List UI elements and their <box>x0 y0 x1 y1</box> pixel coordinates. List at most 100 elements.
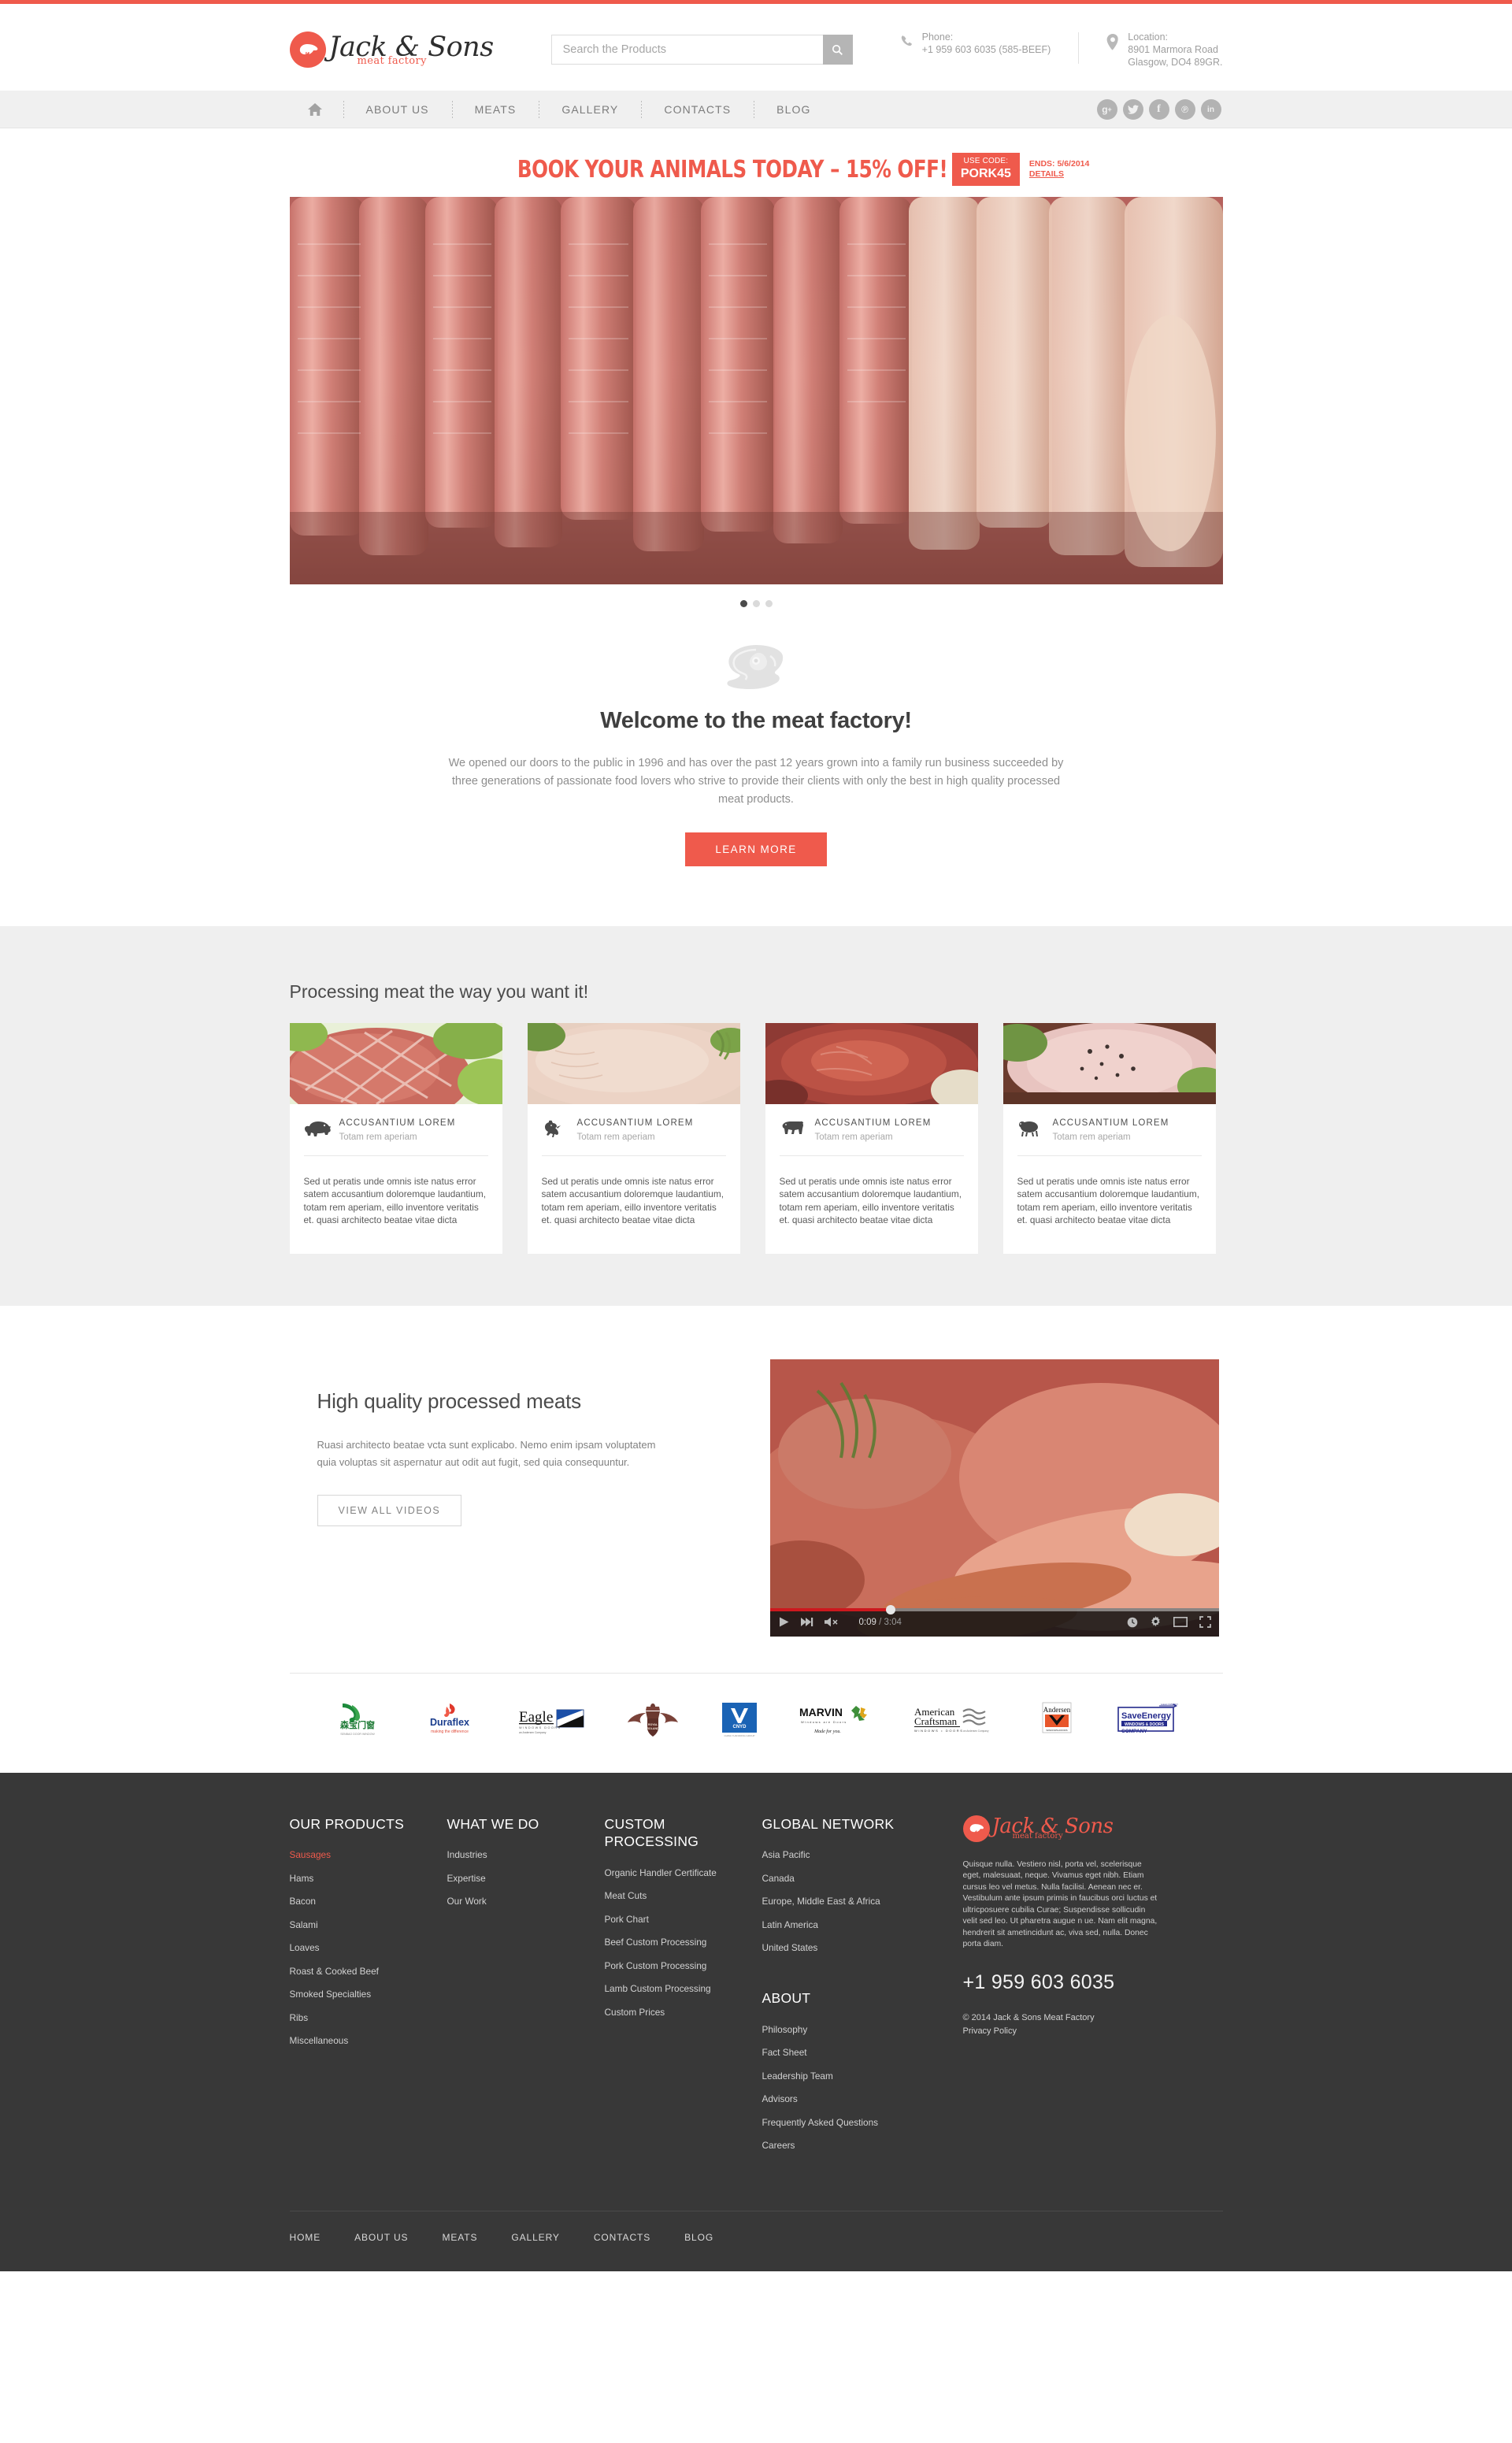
slider-dot[interactable] <box>739 600 747 607</box>
list-item[interactable]: Our Work <box>447 1894 586 1908</box>
andersen-logo[interactable]: Andersen WINDOWS•DOORS <box>1038 1702 1076 1738</box>
processing-card[interactable]: ACCUSANTIUM LOREM Totam rem aperiam Sed … <box>1002 1023 1216 1254</box>
footer-link[interactable]: Miscellaneous <box>290 2035 349 2046</box>
footer-nav-item-home[interactable]: HOME <box>290 2230 321 2245</box>
footer-nav-link[interactable]: BLOG <box>684 2232 713 2243</box>
list-item[interactable]: Beef Custom Processing <box>605 1935 743 1949</box>
list-item[interactable]: Leadership Team <box>762 2069 925 2083</box>
list-item[interactable]: Asia Pacific <box>762 1848 925 1862</box>
footer-link[interactable]: Pork Chart <box>605 1914 649 1925</box>
list-item[interactable]: Lamb Custom Processing <box>605 1981 743 1996</box>
list-item[interactable]: Miscellaneous <box>290 2033 428 2048</box>
footer-link[interactable]: Smoked Specialties <box>290 1989 372 2000</box>
footer-logo[interactable]: Jack & Sons meat factory <box>962 1815 1180 1842</box>
footer-link[interactable]: Asia Pacific <box>762 1849 810 1860</box>
watch-later-button[interactable] <box>1127 1617 1138 1628</box>
facebook-icon[interactable]: f <box>1148 99 1169 120</box>
eagle-logo[interactable]: Eagle WINDOWS DOORS an Andersen Company <box>517 1702 585 1738</box>
list-item[interactable]: Industries <box>447 1848 586 1862</box>
nav-link-label[interactable]: ABOUT US <box>343 91 452 128</box>
list-item[interactable]: Organic Handler Certificate <box>605 1866 743 1880</box>
marvin-logo[interactable]: MARVIN Windows are Doors Made for you. <box>798 1702 873 1738</box>
footer-link[interactable]: United States <box>762 1942 818 1953</box>
privacy-policy-link[interactable]: Privacy Policy <box>963 2025 1180 2038</box>
pinterest-icon[interactable]: ℗ <box>1174 99 1195 120</box>
american-craftsman-logo[interactable]: American Craftsman WINDOWS • DOORS an An… <box>913 1702 999 1738</box>
fullscreen-button[interactable] <box>1199 1616 1211 1629</box>
footer-nav-link[interactable]: ABOUT US <box>354 2232 408 2243</box>
footer-nav-item-blog[interactable]: BLOG <box>684 2230 713 2245</box>
list-item[interactable]: Ribs <box>290 2011 428 2025</box>
site-logo[interactable]: Jack & Sons meat factory <box>289 32 506 68</box>
footer-nav-item-about-us[interactable]: ABOUT US <box>354 2230 408 2245</box>
footer-link[interactable]: Careers <box>762 2140 795 2151</box>
learn-more-button[interactable]: LEARN MORE <box>685 832 827 866</box>
footer-nav-item-gallery[interactable]: GALLERY <box>511 2230 559 2245</box>
promo-details-link[interactable]: DETAILS <box>1029 169 1089 180</box>
processing-card[interactable]: ACCUSANTIUM LOREM Totam rem aperiam Sed … <box>765 1023 978 1254</box>
royal-roland-logo[interactable]: ROYAL ROLAND <box>624 1702 681 1738</box>
list-item[interactable]: Sausages <box>290 1848 428 1862</box>
footer-link[interactable]: Beef Custom Processing <box>605 1937 707 1948</box>
footer-link[interactable]: Hams <box>290 1873 314 1884</box>
footer-nav-link[interactable]: CONTACTS <box>594 2232 650 2243</box>
footer-link[interactable]: Our Work <box>447 1896 487 1907</box>
footer-link[interactable]: Latin America <box>762 1919 818 1930</box>
next-button[interactable] <box>800 1617 813 1627</box>
nav-item-gallery[interactable]: GALLERY <box>539 91 641 128</box>
list-item[interactable]: Europe, Middle East & Africa <box>762 1894 925 1908</box>
save-energy-logo[interactable]: SaveEnergy WINDOWS & DOORS COMPANY Leave… <box>1115 1702 1180 1738</box>
footer-link[interactable]: Europe, Middle East & Africa <box>762 1896 880 1907</box>
list-item[interactable]: Canada <box>762 1871 925 1885</box>
slider-dot[interactable] <box>765 600 773 607</box>
footer-link[interactable]: Philosophy <box>762 2024 808 2035</box>
footer-nav-link[interactable]: HOME <box>290 2232 321 2243</box>
cnyd-logo[interactable]: CNYD CHINA YUANDONG GROUP <box>720 1702 759 1738</box>
footer-link[interactable]: Meat Cuts <box>605 1890 647 1901</box>
footer-link[interactable]: Salami <box>290 1919 318 1930</box>
duraflex-logo[interactable]: Duraflex making the difference <box>421 1702 479 1738</box>
footer-phone[interactable]: +1 959 603 6035 <box>963 1971 1180 1994</box>
footer-link[interactable]: Bacon <box>290 1896 316 1907</box>
theater-mode-button[interactable] <box>1173 1617 1188 1628</box>
nav-item-home[interactable] <box>290 102 343 117</box>
view-all-videos-button[interactable]: VIEW ALL VIDEOS <box>317 1494 462 1526</box>
list-item[interactable]: Expertise <box>447 1871 586 1885</box>
phone-value[interactable]: +1 959 603 6035 (585-BEEF) <box>922 44 1051 55</box>
nav-link-label[interactable]: CONTACTS <box>641 91 754 128</box>
slider-dot[interactable] <box>752 600 760 607</box>
footer-link[interactable]: Ribs <box>290 2012 309 2023</box>
promo-code-badge[interactable]: USE CODE: PORK45 <box>951 153 1020 186</box>
nav-item-blog[interactable]: BLOG <box>754 91 833 128</box>
nav-item-about-us[interactable]: ABOUT US <box>343 91 452 128</box>
search-input[interactable] <box>550 35 823 65</box>
footer-link[interactable]: Expertise <box>447 1873 486 1884</box>
senbao-logo[interactable]: 森宝门窗 SENBAO DOOR WINDOW <box>333 1702 382 1738</box>
list-item[interactable]: Hams <box>290 1871 428 1885</box>
list-item[interactable]: Pork Custom Processing <box>605 1959 743 1973</box>
linkedin-icon[interactable]: in <box>1200 99 1221 120</box>
list-item[interactable]: Bacon <box>290 1894 428 1908</box>
footer-nav-link[interactable]: GALLERY <box>511 2232 559 2243</box>
nav-link-label[interactable]: BLOG <box>754 91 833 128</box>
twitter-icon[interactable] <box>1122 99 1143 120</box>
hero-slider[interactable] <box>289 197 1223 584</box>
nav-link-label[interactable]: MEATS <box>452 91 539 128</box>
processing-card[interactable]: ACCUSANTIUM LOREM Totam rem aperiam Sed … <box>527 1023 740 1254</box>
footer-link[interactable]: Organic Handler Certificate <box>605 1867 717 1878</box>
nav-link-label[interactable]: GALLERY <box>539 91 641 128</box>
list-item[interactable]: Pork Chart <box>605 1912 743 1926</box>
list-item[interactable]: Philosophy <box>762 2022 925 2037</box>
footer-nav-item-contacts[interactable]: CONTACTS <box>594 2230 650 2245</box>
footer-link[interactable]: Fact Sheet <box>762 2047 807 2058</box>
footer-link[interactable]: Loaves <box>290 1942 320 1953</box>
play-button[interactable] <box>778 1616 790 1628</box>
footer-link[interactable]: Leadership Team <box>762 2070 833 2082</box>
google-plus-icon[interactable]: g + <box>1096 99 1117 120</box>
list-item[interactable]: Meat Cuts <box>605 1889 743 1903</box>
footer-nav-link[interactable]: MEATS <box>442 2232 477 2243</box>
list-item[interactable]: Smoked Specialties <box>290 1987 428 2001</box>
list-item[interactable]: Loaves <box>290 1941 428 1955</box>
footer-link[interactable]: Roast & Cooked Beef <box>290 1966 379 1977</box>
list-item[interactable]: Custom Prices <box>605 2005 743 2019</box>
